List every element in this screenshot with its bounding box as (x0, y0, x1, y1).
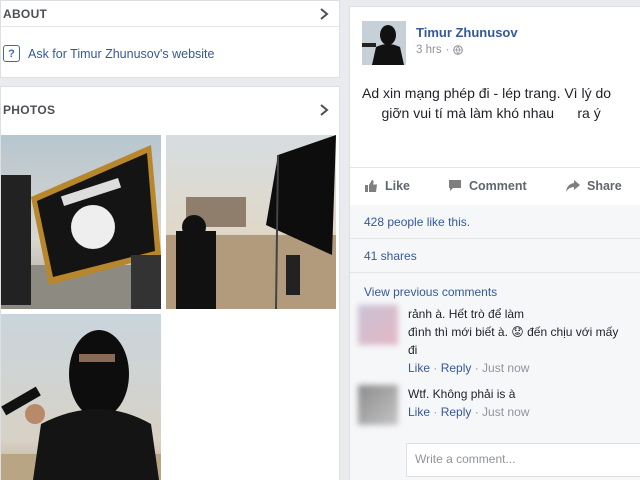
comment-item: Wtf. Không phải is à Like · Reply · Just… (358, 385, 529, 425)
author-avatar[interactable] (362, 21, 406, 65)
about-title: ABOUT (3, 6, 48, 21)
author-avatar-image (362, 21, 406, 65)
comment-reply-link[interactable]: Reply (441, 405, 472, 419)
comment-text-line: đình thì mới biết à. 😟 đến chịu với mấy (408, 325, 619, 339)
share-label: Share (587, 178, 622, 193)
post-timestamp[interactable]: 3 hrs (416, 44, 442, 56)
photo-thumbnail-flag-held[interactable] (1, 135, 161, 309)
comment-text-line: Wtf. Không phải is à (408, 387, 516, 401)
meta-separator: · (445, 44, 450, 56)
comment-text-line: rảnh à. Hết trò để làm (408, 307, 525, 321)
photo-flag-held-image (1, 145, 161, 309)
comment-label: Comment (469, 178, 527, 193)
thumbs-up-icon (365, 179, 377, 192)
comment-icon (449, 180, 461, 191)
right-column: Timur Zhunusov 3 hrs · Ad xin mạng phép … (349, 0, 640, 480)
about-header[interactable]: ABOUT (1, 1, 339, 27)
comment-time[interactable]: Just now (482, 405, 529, 419)
comment-like-link[interactable]: Like (408, 361, 430, 375)
shares-count[interactable]: 41 shares (350, 239, 640, 273)
comment-text-line: đi (408, 343, 418, 357)
post-meta: Timur Zhunusov 3 hrs · (416, 25, 518, 65)
view-previous-comments[interactable]: View previous comments (350, 273, 640, 299)
chevron-right-icon[interactable] (317, 7, 331, 21)
website-request-label: Ask for Timur Zhunusov's website (28, 46, 215, 61)
write-comment-input[interactable]: Write a comment... (406, 443, 640, 477)
like-button[interactable]: Like (364, 179, 448, 193)
photo-flag-waving-image (166, 135, 336, 309)
comment-time[interactable]: Just now (482, 361, 529, 375)
post-text-line-2: giỡn vui tí mà làm khó nhau ra ý (362, 105, 601, 121)
comment-button[interactable]: Comment (448, 179, 566, 193)
comment-item: rảnh à. Hết trò để làm đình thì mới biết… (358, 305, 618, 377)
comment-body: Wtf. Không phải is à Like · Reply · Just… (408, 385, 529, 425)
post-body: Ad xin mạng phép đi - lép trang. Vì lý d… (350, 65, 640, 123)
commenter-avatar[interactable] (358, 385, 398, 425)
share-icon (566, 179, 580, 192)
share-button[interactable]: Share (566, 179, 622, 193)
photo-thumbnail-flag-waving[interactable] (166, 135, 336, 309)
about-section: ABOUT ? Ask for Timur Zhunusov's website (0, 0, 340, 78)
post-actions: Like Comment Share (350, 167, 640, 203)
post-header: Timur Zhunusov 3 hrs · (350, 7, 640, 65)
photos-header[interactable]: PHOTOS (1, 87, 339, 133)
like-label: Like (385, 178, 411, 193)
photos-section: PHOTOS (0, 86, 340, 480)
question-icon: ? (3, 45, 20, 62)
likes-count[interactable]: 428 people like this. (350, 205, 640, 239)
post-text-line-1: Ad xin mạng phép đi - lép trang. Vì lý d… (362, 85, 612, 101)
website-request-link[interactable]: ? Ask for Timur Zhunusov's website (1, 27, 339, 62)
photo-thumbnail-masked-man[interactable] (1, 314, 161, 480)
comment-meta: Like · Reply · Just now (408, 405, 530, 419)
left-column: ABOUT ? Ask for Timur Zhunusov's website… (0, 0, 340, 480)
comment-like-link[interactable]: Like (408, 405, 430, 419)
post-card: Timur Zhunusov 3 hrs · Ad xin mạng phép … (349, 6, 640, 480)
photos-title: PHOTOS (3, 103, 56, 117)
post-time: 3 hrs · (416, 44, 518, 56)
post-stats: 428 people like this. 41 shares View pre… (350, 205, 640, 480)
comment-body: rảnh à. Hết trò để làm đình thì mới biết… (408, 305, 618, 377)
commenter-avatar[interactable] (358, 305, 398, 345)
photo-masked-man-image (1, 330, 161, 480)
author-name[interactable]: Timur Zhunusov (416, 25, 518, 40)
comment-reply-link[interactable]: Reply (441, 361, 472, 375)
comment-meta: Like · Reply · Just now (408, 361, 530, 375)
globe-icon[interactable] (453, 45, 464, 55)
chevron-right-icon[interactable] (317, 103, 331, 117)
